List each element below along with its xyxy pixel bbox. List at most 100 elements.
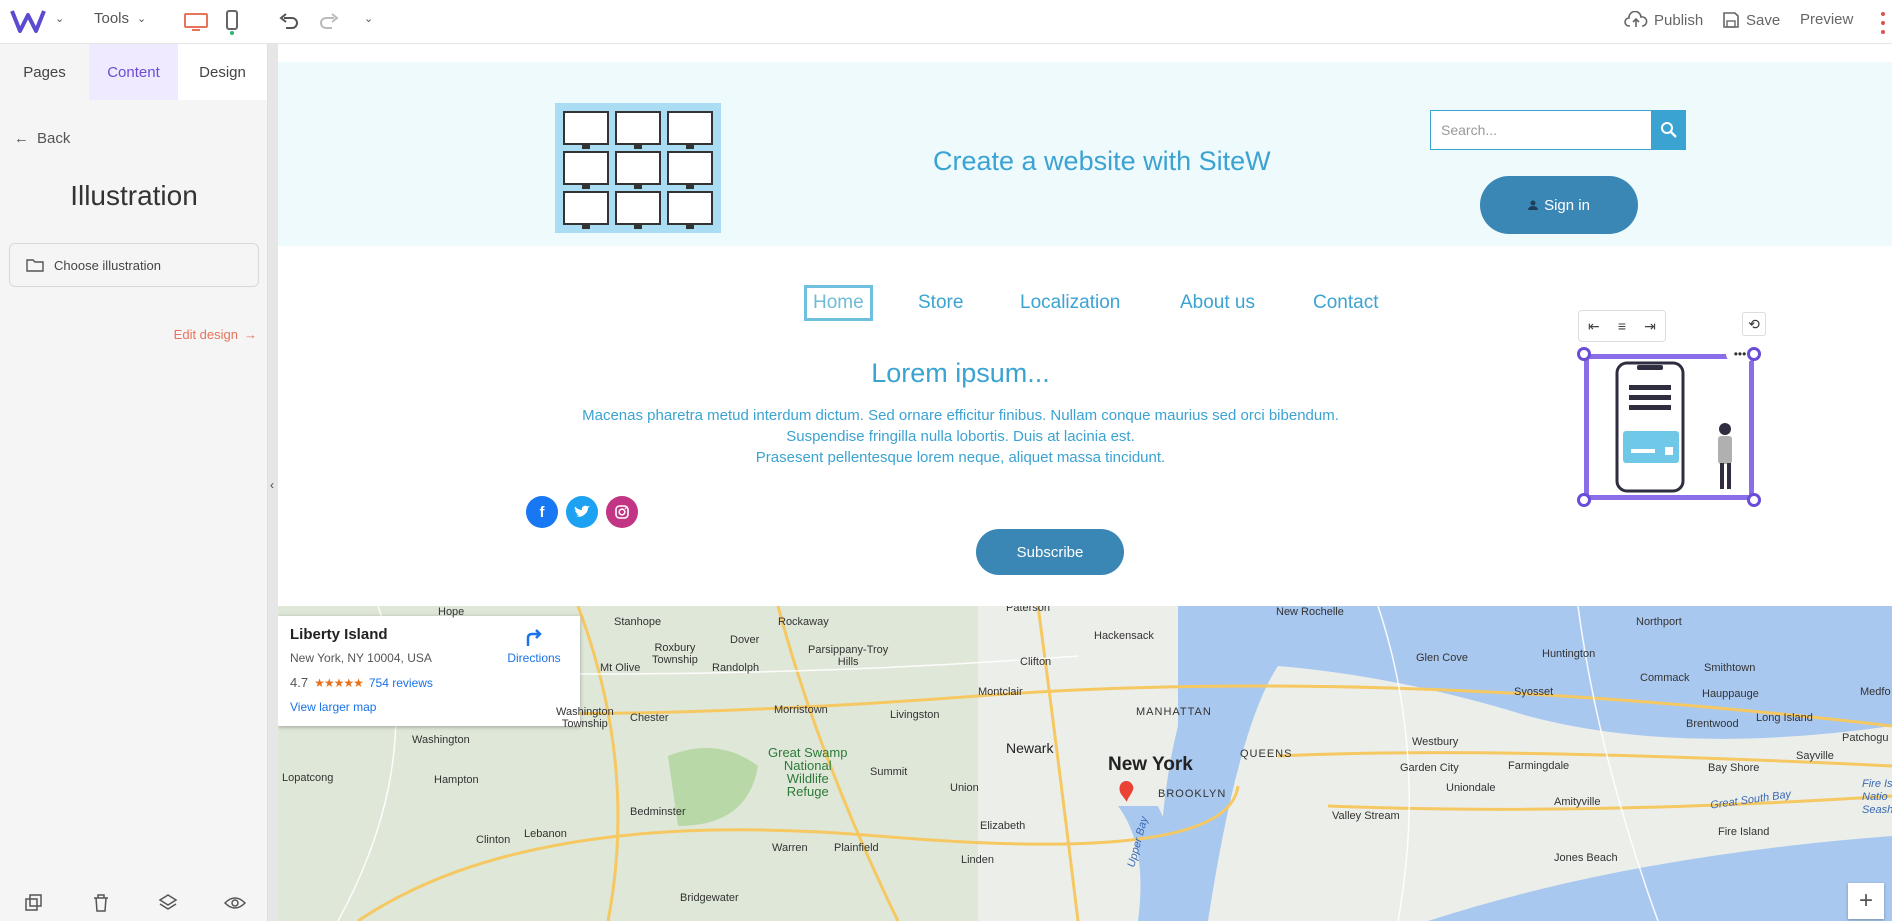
- choose-illustration-button[interactable]: Choose illustration: [9, 243, 259, 287]
- tools-menu[interactable]: Tools ⌄: [94, 10, 146, 27]
- map-label: Jones Beach: [1554, 852, 1618, 864]
- more-options-icon[interactable]: [1878, 12, 1888, 34]
- resize-handle[interactable]: [1577, 493, 1591, 507]
- save-label: Save: [1746, 11, 1781, 29]
- map-label: Huntington: [1542, 648, 1596, 660]
- map-label: Roxbury Township: [652, 642, 698, 666]
- history-chevron-down-icon[interactable]: ⌄: [364, 12, 373, 25]
- top-toolbar: ⌄ Tools ⌄ ⌄ Publish Save Preview: [0, 0, 1892, 44]
- header-image[interactable]: [555, 103, 721, 233]
- sitew-logo[interactable]: [10, 6, 50, 36]
- publish-button[interactable]: Publish: [1624, 11, 1703, 29]
- map-label: Valley Stream: [1332, 810, 1400, 822]
- map-label: Medfo: [1860, 686, 1891, 698]
- map-label: Hauppauge: [1702, 688, 1759, 700]
- search-button[interactable]: [1652, 110, 1686, 150]
- nav-localization[interactable]: Localization: [1020, 292, 1120, 314]
- map-label: Hope: [438, 606, 465, 618]
- resize-handle[interactable]: [1577, 347, 1591, 361]
- redo-icon[interactable]: [315, 8, 343, 36]
- directions-button[interactable]: Directions: [504, 628, 564, 665]
- nav-about-us[interactable]: About us: [1180, 292, 1255, 314]
- map-label: Uniondale: [1446, 782, 1496, 794]
- nav-store[interactable]: Store: [918, 292, 963, 314]
- monitor-icon: [667, 191, 713, 229]
- back-label: Back: [37, 130, 71, 147]
- mobile-view-icon[interactable]: [218, 8, 246, 36]
- panel-title: Illustration: [70, 180, 198, 211]
- map-label: Paterson: [1006, 606, 1051, 614]
- lorem-heading[interactable]: Lorem ipsum...: [278, 358, 1643, 389]
- preview-button[interactable]: Preview: [1800, 11, 1853, 28]
- trash-icon[interactable]: [89, 891, 113, 915]
- map-label: Clinton: [476, 834, 511, 846]
- map-label: Summit: [870, 766, 908, 778]
- map-label: Farmingdale: [1508, 760, 1570, 772]
- editor-canvas: Create a website with SiteW Search... Si…: [278, 44, 1892, 921]
- left-panel: Pages Content Design ← Back Illustration…: [0, 44, 268, 921]
- chevron-down-icon: ⌄: [137, 13, 147, 25]
- map-label: Westbury: [1412, 736, 1459, 748]
- search-icon: [1661, 122, 1677, 138]
- map-label: Montclair: [978, 686, 1023, 698]
- tab-design[interactable]: Design: [178, 44, 267, 100]
- map-label: Parsippany-Troy Hills: [808, 644, 889, 668]
- layers-icon[interactable]: [156, 891, 180, 915]
- desktop-view-icon[interactable]: [182, 8, 210, 36]
- monitor-icon: [563, 151, 609, 189]
- tools-label: Tools: [94, 10, 130, 27]
- collapse-panel-icon[interactable]: ‹: [270, 478, 274, 492]
- logo-chevron-down-icon[interactable]: ⌄: [55, 12, 64, 25]
- map-label: Fire Island: [1718, 826, 1770, 838]
- monitor-icon: [667, 151, 713, 189]
- resize-handle[interactable]: [1747, 347, 1761, 361]
- edit-design-link[interactable]: Edit design →: [174, 327, 257, 342]
- embedded-map[interactable]: Liberty Island New York, NY 10004, USA 4…: [278, 606, 1892, 921]
- instagram-icon[interactable]: [606, 496, 638, 528]
- map-label: Long Island: [1756, 712, 1813, 724]
- site-search-input[interactable]: Search...: [1430, 110, 1652, 150]
- map-label: Randolph: [712, 662, 760, 674]
- resize-handle[interactable]: [1747, 493, 1761, 507]
- tab-pages[interactable]: Pages: [0, 44, 89, 100]
- subscribe-button[interactable]: Subscribe: [976, 529, 1124, 575]
- selected-illustration[interactable]: [1584, 354, 1754, 500]
- place-card: Liberty Island New York, NY 10004, USA 4…: [278, 616, 580, 726]
- map-label: Amityville: [1554, 796, 1601, 808]
- map-label: Patchogu: [1842, 732, 1889, 744]
- tab-content[interactable]: Content: [89, 44, 178, 100]
- directions-label: Directions: [507, 651, 561, 665]
- zoom-in-button[interactable]: +: [1848, 883, 1884, 919]
- rating-value: 4.7: [290, 675, 309, 690]
- facebook-icon[interactable]: f: [526, 496, 558, 528]
- sign-in-button[interactable]: Sign in: [1480, 176, 1638, 234]
- site-title[interactable]: Create a website with SiteW: [933, 146, 1271, 177]
- reset-icon[interactable]: ⟲: [1742, 312, 1766, 336]
- monitor-icon: [615, 151, 661, 189]
- lorem-paragraph[interactable]: Macenas pharetra metud interdum dictum. …: [278, 405, 1643, 468]
- reviews-link[interactable]: 754 reviews: [369, 676, 433, 690]
- edit-design-label: Edit design: [173, 327, 238, 342]
- map-label: Brentwood: [1686, 718, 1739, 730]
- duplicate-icon[interactable]: [22, 891, 46, 915]
- site-header: Create a website with SiteW Search... Si…: [278, 62, 1892, 246]
- map-label: Linden: [961, 854, 995, 866]
- map-label: Stanhope: [614, 616, 662, 628]
- save-button[interactable]: Save: [1722, 11, 1780, 29]
- map-label: Hampton: [434, 774, 479, 786]
- undo-icon[interactable]: [275, 8, 303, 36]
- back-button[interactable]: ← Back: [14, 130, 70, 147]
- star-rating-icon: ★★★★★: [314, 675, 364, 690]
- align-left-icon[interactable]: ⇤: [1588, 318, 1600, 335]
- nav-contact[interactable]: Contact: [1313, 292, 1378, 314]
- lorem-line: Macenas pharetra metud interdum dictum. …: [582, 407, 1339, 424]
- view-larger-map-link[interactable]: View larger map: [290, 700, 568, 714]
- align-right-icon[interactable]: ⇥: [1644, 318, 1656, 335]
- align-center-icon[interactable]: ≡: [1618, 318, 1626, 334]
- eye-icon[interactable]: [223, 891, 247, 915]
- monitor-icon: [615, 111, 661, 149]
- nav-home[interactable]: Home: [804, 285, 873, 321]
- folder-icon: [26, 259, 44, 272]
- twitter-icon[interactable]: [566, 496, 598, 528]
- place-rating: 4.7 ★★★★★ 754 reviews: [290, 675, 568, 690]
